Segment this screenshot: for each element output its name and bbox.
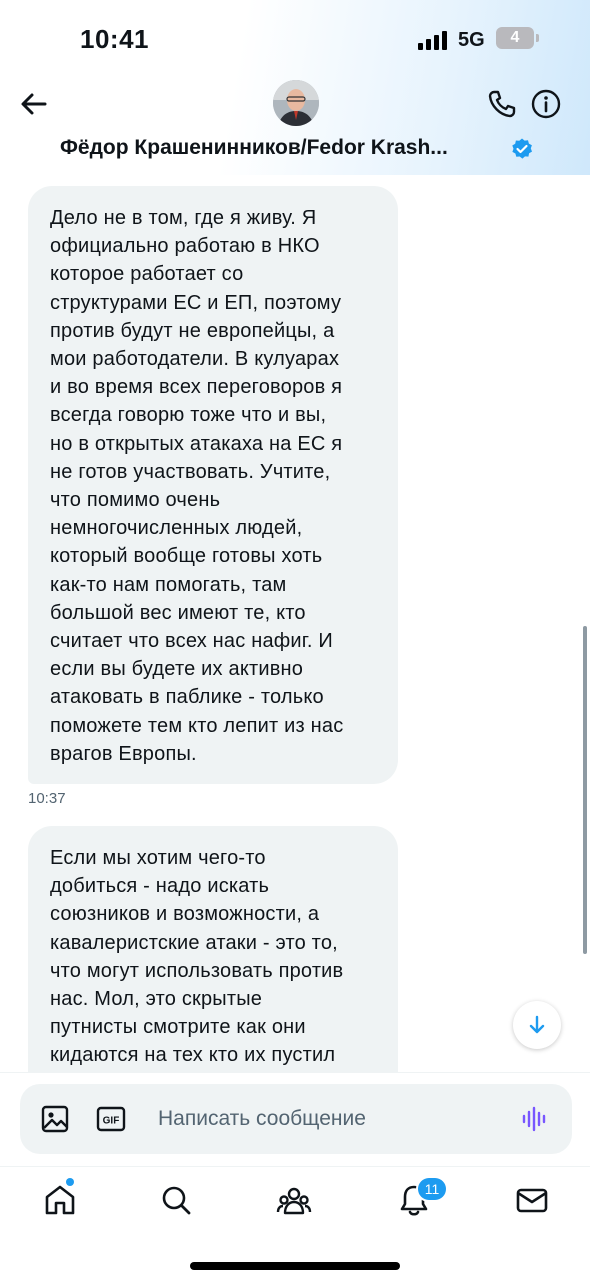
battery-icon: 4 bbox=[496, 27, 534, 49]
battery-tip bbox=[536, 34, 539, 42]
back-arrow-icon[interactable] bbox=[18, 88, 50, 120]
scroll-down-button[interactable] bbox=[513, 1001, 561, 1049]
message-text: Дело не в том, где я живу. Я официально … bbox=[50, 207, 344, 765]
message-input[interactable] bbox=[150, 1100, 506, 1138]
status-time: 10:41 bbox=[80, 24, 149, 54]
search-icon[interactable] bbox=[156, 1180, 196, 1220]
arrow-down-icon bbox=[529, 1015, 545, 1034]
network-type: 5G bbox=[458, 29, 485, 51]
home-icon[interactable] bbox=[40, 1180, 80, 1220]
phone-icon[interactable] bbox=[486, 88, 518, 120]
voice-waveform-icon[interactable] bbox=[520, 1104, 550, 1134]
contact-name[interactable]: Фёдор Крашенинников/Fedor Krash... bbox=[60, 136, 500, 160]
image-icon[interactable] bbox=[40, 1104, 70, 1134]
message-bubble[interactable]: Дело не в том, где я живу. Я официально … bbox=[28, 186, 398, 784]
messages-icon[interactable] bbox=[512, 1180, 552, 1220]
notifications-badge: 11 bbox=[418, 1178, 446, 1200]
home-unread-dot bbox=[66, 1178, 74, 1186]
message-bubble[interactable]: Если мы хотим чего-то добиться - надо ис… bbox=[28, 826, 398, 1096]
message-text: Если мы хотим чего-то добиться - надо ис… bbox=[50, 847, 344, 1067]
info-icon[interactable] bbox=[530, 88, 562, 120]
svg-text:GIF: GIF bbox=[103, 1116, 120, 1127]
verified-badge-icon bbox=[510, 137, 534, 161]
status-bar: 10:41 5G 4 bbox=[0, 0, 590, 80]
communities-icon[interactable] bbox=[274, 1180, 314, 1220]
home-indicator[interactable] bbox=[190, 1262, 400, 1270]
cellular-signal-icon bbox=[418, 30, 448, 50]
battery-level: 4 bbox=[510, 29, 520, 46]
message-time: 10:37 bbox=[28, 790, 66, 807]
gif-icon[interactable]: GIF bbox=[96, 1106, 126, 1132]
avatar[interactable] bbox=[273, 80, 319, 126]
scrollbar[interactable] bbox=[583, 626, 587, 954]
